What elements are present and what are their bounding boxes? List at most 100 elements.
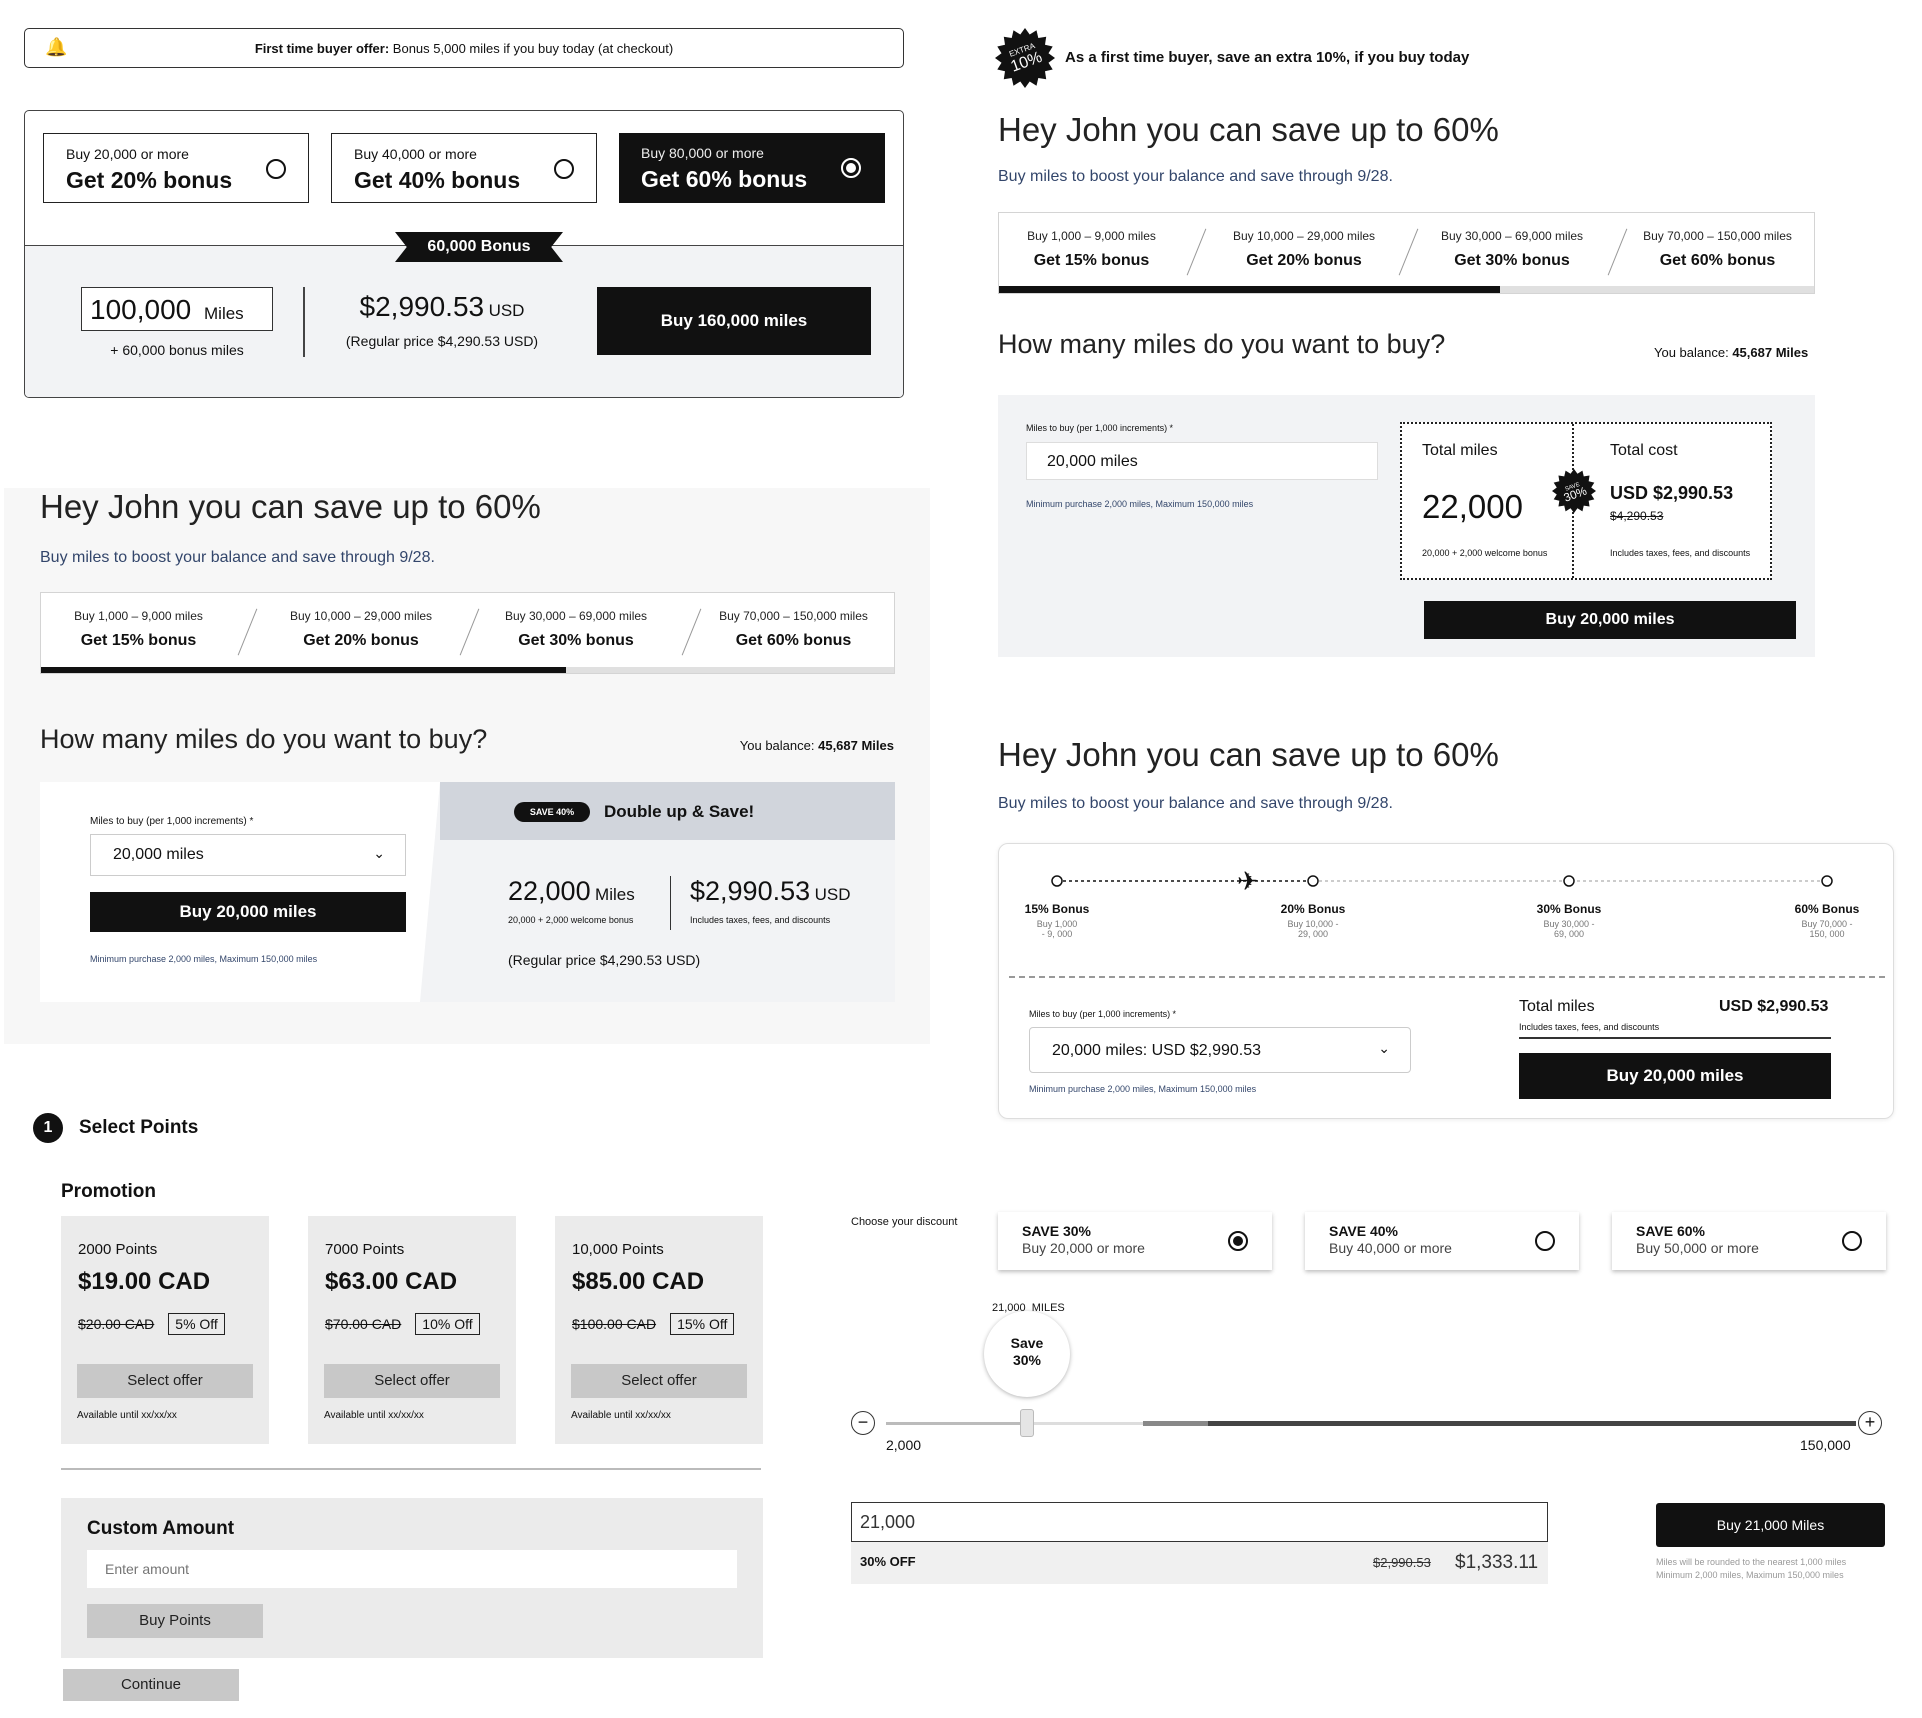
select-offer-button[interactable]: Select offer	[77, 1364, 253, 1398]
chevron-down-icon: ⌄	[1378, 1040, 1390, 1056]
choose-label: Choose your discount	[851, 1216, 958, 1228]
custom-amount-card: Custom Amount Buy Points	[61, 1498, 763, 1658]
miles-input[interactable]: 20,000 miles	[1026, 442, 1378, 480]
off-label: 30% OFF	[860, 1554, 916, 1569]
final-price: $1,333.11	[1455, 1552, 1539, 1573]
radio-40[interactable]	[1535, 1231, 1555, 1251]
radio-30[interactable]	[1228, 1231, 1248, 1251]
step-range: Buy 30,000 - 69, 000	[1543, 919, 1595, 939]
select-offer-button[interactable]: Select offer	[571, 1364, 747, 1398]
tier-progress-fill	[41, 667, 566, 673]
page-title: Hey John you can save up to 60%	[998, 736, 1499, 773]
price: $2,990.53 USD	[359, 291, 525, 322]
offer-card-2000: 2000 Points $19.00 CAD $20.00 CAD 5% Off …	[61, 1216, 269, 1444]
airplane-icon: ✈	[1237, 866, 1259, 896]
ticket-card: ✈ 15% Bonus Buy 1,000 - 9, 000 20% Bonus…	[998, 843, 1894, 1119]
save-30-badge: SAVE 30%	[1552, 469, 1596, 513]
question: How many miles do you want to buy?	[40, 724, 488, 754]
buy-20000-button[interactable]: Buy 20,000 miles	[1424, 601, 1796, 639]
slider-max: 150,000	[1800, 1437, 1851, 1453]
was-price: $2,990.53	[1373, 1555, 1431, 1570]
price-note: Includes taxes, fees, and discounts	[690, 915, 831, 925]
bonus-selector-card: Buy 20,000 or more Get 20% bonus Buy 40,…	[24, 110, 904, 398]
bonus-tag: 60,000 Bonus	[395, 232, 563, 262]
save-bubble: Save 30%	[984, 1311, 1070, 1397]
amount-input[interactable]	[87, 1550, 737, 1588]
first-buyer-headline: As a first time buyer, save an extra 10%…	[1065, 49, 1470, 66]
minus-icon[interactable]: −	[851, 1411, 875, 1435]
total-miles: 22,000 Miles	[508, 876, 635, 906]
buy-20000-button[interactable]: Buy 20,000 miles	[1519, 1053, 1831, 1099]
discount-option-40[interactable]: SAVE 40% Buy 40,000 or more	[1305, 1212, 1579, 1270]
slider-fill-left	[886, 1422, 1027, 1425]
total-price: $2,990.53 USD	[690, 876, 851, 906]
tear-line	[1009, 976, 1885, 978]
slider-handle[interactable]	[1020, 1409, 1034, 1437]
miles-select[interactable]: 20,000 miles ⌄	[90, 834, 406, 876]
select-offer-button[interactable]: Select offer	[324, 1364, 500, 1398]
buy-points-button[interactable]: Buy Points	[87, 1604, 263, 1638]
tier-30: Buy 30,000 – 69,000 miles Get 30% bonus	[1440, 229, 1584, 269]
total-underline	[1519, 1037, 1831, 1039]
step-bonus: 30% Bonus	[1536, 902, 1602, 916]
slider-fill-right	[1208, 1421, 1856, 1426]
offer-banner: 🔔 First time buyer offer: Bonus 5,000 mi…	[24, 28, 904, 68]
step-range: Buy 70,000 - 150, 000	[1801, 919, 1853, 939]
min-max: Minimum purchase 2,000 miles, Maximum 15…	[1029, 1084, 1257, 1094]
promotion-title: Promotion	[61, 1181, 156, 1202]
slider-fill-mid	[1143, 1421, 1208, 1426]
field-label: Miles to buy (per 1,000 increments) *	[1029, 1009, 1177, 1019]
total-value: USD $2,990.53	[1719, 998, 1829, 1015]
page-title: Hey John you can save up to 60%	[40, 488, 541, 525]
rounding-note: Miles will be rounded to the nearest 1,0…	[1656, 1557, 1847, 1567]
tier-timeline	[1051, 875, 1833, 887]
buy-21000-button[interactable]: Buy 21,000 Miles	[1656, 1503, 1885, 1547]
radio-20[interactable]	[266, 159, 286, 179]
step-bonus: 15% Bonus	[1024, 902, 1090, 916]
page-title: Hey John you can save up to 60%	[998, 111, 1499, 148]
discount-option-30[interactable]: SAVE 30% Buy 20,000 or more	[998, 1212, 1272, 1270]
buy-20000-button[interactable]: Buy 20,000 miles	[90, 892, 406, 932]
step-range: Buy 1,000 - 9, 000	[1036, 919, 1078, 939]
purchase-card: Miles to buy (per 1,000 increments) * 20…	[998, 395, 1815, 657]
regular-price: (Regular price $4,290.53 USD)	[508, 952, 701, 968]
tier-20: Buy 10,000 – 29,000 miles Get 20% bonus	[289, 609, 433, 649]
step-number: 1	[33, 1113, 63, 1143]
offer-text: Bonus 5,000 miles if you buy today (at c…	[392, 41, 674, 56]
miles-breakdown: 20,000 + 2,000 welcome bonus	[508, 915, 634, 925]
regular-price: (Regular price $4,290.53 USD)	[345, 333, 539, 349]
buy-160000-button[interactable]: Buy 160,000 miles	[597, 287, 871, 355]
radio-60[interactable]	[1842, 1231, 1862, 1251]
bonus-option-20[interactable]: Buy 20,000 or more Get 20% bonus	[43, 133, 309, 203]
bonus-miles-text: + 60,000 bonus miles	[110, 342, 244, 358]
miles-input[interactable]: 100,000 Miles	[81, 287, 273, 331]
discount-option-60[interactable]: SAVE 60% Buy 50,000 or more	[1612, 1212, 1886, 1270]
radio-60[interactable]	[841, 158, 861, 178]
page-subtitle: Buy miles to boost your balance and save…	[998, 795, 1393, 812]
double-up-text: Double up & Save!	[604, 802, 755, 821]
miles-select[interactable]: 20,000 miles: USD $2,990.53 ⌄	[1029, 1027, 1411, 1073]
bonus-option-40[interactable]: Buy 40,000 or more Get 40% bonus	[331, 133, 597, 203]
panel-b: Hey John you can save up to 60% Buy mile…	[4, 488, 930, 1044]
balance: You balance: 45,687 Miles	[1654, 345, 1809, 360]
price-box: 21,000 30% OFF $2,990.53 $1,333.11	[851, 1502, 1548, 1584]
custom-title: Custom Amount	[87, 1518, 235, 1539]
balance: You balance: 45,687 Miles	[739, 738, 894, 753]
extra-10-badge: EXTRA 10%	[995, 28, 1055, 88]
tier-strip: Buy 1,000 – 9,000 miles Get 15% bonus Buy…	[998, 212, 1815, 294]
field-label: Miles to buy (per 1,000 increments) *	[1026, 423, 1174, 433]
save-badge: SAVE 40%	[514, 802, 590, 822]
radio-40[interactable]	[554, 159, 574, 179]
offer-card-10000: 10,000 Points $85.00 CAD $100.00 CAD 15% …	[555, 1216, 763, 1444]
field-label: Miles to buy (per 1,000 increments) *	[90, 816, 254, 827]
bonus-option-60[interactable]: Buy 80,000 or more Get 60% bonus	[619, 133, 885, 203]
miles-input[interactable]: 21,000	[851, 1502, 1548, 1542]
tier-30: Buy 30,000 – 69,000 miles Get 30% bonus	[504, 609, 648, 649]
page-subtitle: Buy miles to boost your balance and save…	[40, 549, 435, 566]
continue-button[interactable]: Continue	[63, 1669, 239, 1701]
tier-strip: Buy 1,000 – 9,000 miles Get 15% bonus Buy…	[40, 592, 895, 674]
min-max-note: Minimum 2,000 miles, Maximum 150,000 mil…	[1656, 1570, 1844, 1580]
offer-label: First time buyer offer:	[254, 41, 390, 56]
summary-box: Total miles 22,000 20,000 + 2,000 welcom…	[1400, 422, 1772, 580]
plus-icon[interactable]: +	[1858, 1411, 1882, 1435]
